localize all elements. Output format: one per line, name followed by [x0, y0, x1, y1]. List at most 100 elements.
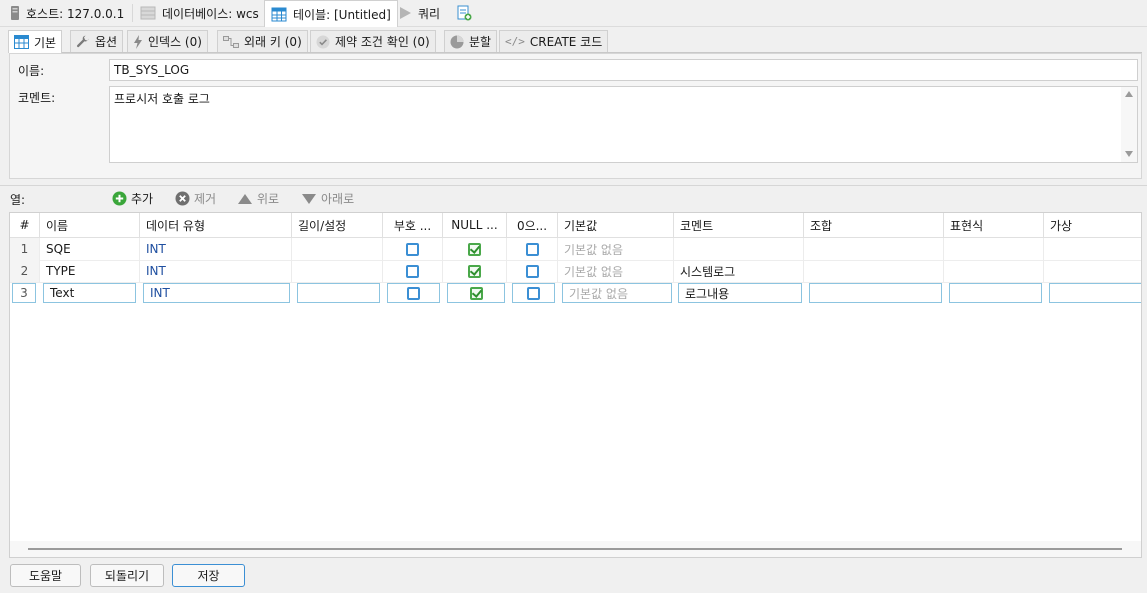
code-icon: </> — [505, 35, 525, 48]
tab-check-constraints[interactable]: 제약 조건 확인 (0) — [310, 30, 436, 52]
cell-collation[interactable] — [804, 238, 944, 260]
tab-foreign-keys-label: 외래 키 (0) — [244, 35, 302, 49]
unsigned-checkbox[interactable] — [407, 286, 420, 300]
table-comment-textarea[interactable]: 프로시저 호출 로그 — [109, 86, 1138, 163]
cell-default[interactable]: 기본값 없음 — [558, 260, 674, 282]
unsigned-checkbox[interactable] — [406, 264, 419, 278]
allow-null-checkbox[interactable] — [468, 242, 481, 256]
tab-database-label: 데이터베이스: wcs — [162, 6, 259, 21]
cell-unsigned[interactable] — [387, 283, 440, 303]
tab-host[interactable]: 호스트: 127.0.0.1 — [4, 0, 130, 26]
cell-comment[interactable]: 시스템로그 — [674, 260, 804, 282]
add-column-button[interactable]: 추가 — [112, 190, 153, 207]
plus-circle-icon — [112, 191, 127, 206]
columns-grid[interactable]: # 이름 데이터 유형 길이/설정 부호 ... NULL ... 0으... … — [9, 212, 1142, 558]
revert-button[interactable]: 되돌리기 — [90, 564, 164, 587]
cell-expression[interactable] — [944, 238, 1044, 260]
move-down-button[interactable]: 아래로 — [301, 190, 354, 207]
cell-zerofill[interactable] — [507, 260, 558, 282]
lightning-icon — [134, 34, 142, 49]
cell-collation[interactable] — [804, 260, 944, 282]
cell-zerofill[interactable] — [512, 283, 555, 303]
header-collation[interactable]: 조합 — [804, 213, 944, 238]
tab-basic[interactable]: 기본 — [8, 30, 63, 53]
grid-horizontal-scrollbar[interactable] — [10, 541, 1141, 557]
tab-query-label: 쿼리 — [418, 6, 441, 21]
cell-allow-null[interactable] — [443, 238, 507, 260]
cell-unsigned[interactable] — [383, 238, 443, 260]
cell-name[interactable]: Text — [43, 283, 136, 303]
divider — [0, 185, 1147, 186]
cell-default[interactable]: 기본값 없음 — [562, 283, 672, 303]
cell-length[interactable] — [292, 238, 383, 260]
zerofill-checkbox[interactable] — [525, 242, 539, 256]
cell-collation[interactable] — [809, 283, 942, 303]
triangle-down-icon — [302, 193, 316, 204]
triangle-up-icon — [238, 193, 252, 204]
table-comment-value: 프로시저 호출 로그 — [114, 92, 210, 106]
cell-unsigned[interactable] — [383, 260, 443, 282]
scroll-up-icon — [1125, 91, 1133, 97]
tab-indexes[interactable]: 인덱스 (0) — [127, 30, 208, 52]
cell-virtual[interactable] — [1049, 283, 1141, 303]
cell-length[interactable] — [297, 283, 380, 303]
unsigned-checkbox[interactable] — [406, 242, 419, 256]
zerofill-checkbox[interactable] — [527, 286, 540, 300]
header-length[interactable]: 길이/설정 — [292, 213, 383, 238]
cell-virtual[interactable] — [1044, 260, 1141, 282]
scrollbar-thumb[interactable] — [28, 548, 1122, 550]
database-icon — [140, 6, 156, 20]
tab-options[interactable]: 옵션 — [70, 30, 124, 52]
table-row[interactable]: 1 SQE INT 기본값 없음 — [10, 238, 1141, 261]
header-allow-null[interactable]: NULL ... — [443, 213, 507, 238]
check-icon — [316, 35, 330, 48]
tab-check-constraints-label: 제약 조건 확인 (0) — [335, 35, 430, 49]
cell-virtual[interactable] — [1044, 238, 1141, 260]
wrench-icon — [76, 35, 89, 47]
allow-null-checkbox[interactable] — [469, 286, 483, 300]
move-up-button[interactable]: 위로 — [237, 190, 279, 207]
cell-comment[interactable] — [674, 238, 804, 260]
header-expression[interactable]: 표현식 — [944, 213, 1044, 238]
cell-type[interactable]: INT — [140, 260, 292, 282]
cell-name[interactable]: TYPE — [40, 260, 140, 282]
cell-name[interactable]: SQE — [40, 238, 140, 260]
cell-expression[interactable] — [944, 260, 1044, 282]
cell-allow-null[interactable] — [447, 283, 505, 303]
tab-database[interactable]: 데이터베이스: wcs — [134, 0, 265, 26]
cell-zerofill[interactable] — [507, 238, 558, 260]
table-row[interactable]: 3 Text INT 기본값 없음 로그내용 — [10, 282, 1141, 304]
tab-foreign-keys[interactable]: 외래 키 (0) — [217, 30, 308, 52]
new-query-tab-button[interactable] — [450, 0, 478, 26]
tab-table[interactable]: 테이블: [Untitled] — [264, 0, 398, 27]
allow-null-checkbox[interactable] — [468, 264, 481, 278]
cell-expression[interactable] — [949, 283, 1042, 303]
header-comment[interactable]: 코멘트 — [674, 213, 804, 238]
cell-type[interactable]: INT — [140, 238, 292, 260]
save-button[interactable]: 저장 — [172, 564, 245, 587]
name-label: 이름: — [18, 64, 45, 78]
scroll-down-icon — [1125, 151, 1133, 157]
header-name[interactable]: 이름 — [40, 213, 140, 238]
tab-create-code[interactable]: </> CREATE 코드 — [499, 30, 609, 52]
cell-default[interactable]: 기본값 없음 — [558, 238, 674, 260]
tab-partitions[interactable]: 분할 — [444, 30, 498, 52]
header-virtual[interactable]: 가상 — [1044, 213, 1141, 238]
table-row[interactable]: 2 TYPE INT 기본값 없음 시스템로그 — [10, 260, 1141, 283]
tab-separator — [132, 4, 133, 22]
cell-type[interactable]: INT — [143, 283, 290, 303]
header-unsigned[interactable]: 부호 ... — [383, 213, 443, 238]
header-type[interactable]: 데이터 유형 — [140, 213, 292, 238]
header-num[interactable]: # — [10, 213, 40, 238]
remove-column-button[interactable]: 제거 — [175, 190, 216, 207]
tab-query[interactable]: 쿼리 — [392, 0, 446, 26]
cell-comment[interactable]: 로그내용 — [678, 283, 802, 303]
header-default[interactable]: 기본값 — [558, 213, 674, 238]
comment-scrollbar[interactable] — [1121, 87, 1137, 162]
table-name-input[interactable]: TB_SYS_LOG — [109, 59, 1138, 81]
help-button[interactable]: 도움말 — [10, 564, 81, 587]
zerofill-checkbox[interactable] — [525, 264, 539, 278]
cell-length[interactable] — [292, 260, 383, 282]
cell-allow-null[interactable] — [443, 260, 507, 282]
header-zerofill[interactable]: 0으... — [507, 213, 558, 238]
